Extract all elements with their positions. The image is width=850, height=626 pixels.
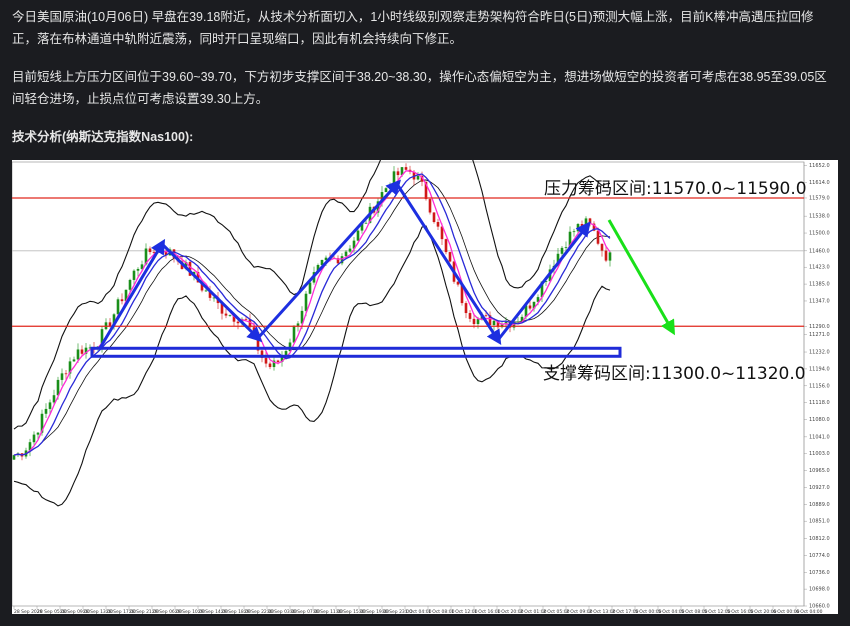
candle-body xyxy=(60,373,64,380)
candle-body xyxy=(468,313,472,319)
candle-body xyxy=(36,432,40,435)
candle-body xyxy=(64,373,68,375)
article-paragraph-1: 今日美国原油(10月06日) 早盘在39.18附近，从技术分析面切入，1小时线级… xyxy=(12,10,814,46)
candle-body xyxy=(464,303,468,314)
candle-body xyxy=(476,319,480,325)
candle-body xyxy=(472,318,476,325)
price-tick-label: 10889.0 xyxy=(809,502,830,508)
candle-body xyxy=(596,230,600,244)
candle-body xyxy=(128,279,132,290)
candle-body xyxy=(600,243,604,251)
candle-body xyxy=(608,252,612,261)
candle-body xyxy=(364,222,368,224)
candle-body xyxy=(48,402,52,409)
candle-body xyxy=(276,360,280,362)
candle-body xyxy=(560,247,564,254)
price-tick-label: 11347.0 xyxy=(809,298,830,304)
candle-body xyxy=(292,325,296,343)
price-tick-label: 11500.0 xyxy=(809,231,830,237)
price-tick-label: 11118.0 xyxy=(809,400,830,406)
candle-body xyxy=(264,357,268,364)
candle-body xyxy=(388,187,392,189)
candle-body xyxy=(44,408,48,414)
price-tick-label: 11290.0 xyxy=(809,324,830,330)
plot-area xyxy=(12,161,805,607)
candle-body xyxy=(56,379,60,396)
candle-body xyxy=(580,224,584,228)
candle-body xyxy=(296,323,300,326)
support-zone-label: 支撑筹码区间:11300.0~11320.0 xyxy=(543,364,806,384)
candle-body xyxy=(572,231,576,233)
price-chart: 11652.0 11614.0 11579.0 11538.0 11500.0 11460… xyxy=(12,160,838,614)
price-tick-label: 11271.0 xyxy=(809,332,830,338)
price-tick-label: 11460.0 xyxy=(809,248,830,254)
chart-svg: 11652.0 11614.0 11579.0 11538.0 11500.0 11460… xyxy=(12,160,830,614)
price-tick-label: 11003.0 xyxy=(809,451,830,457)
candle-body xyxy=(448,252,452,262)
candle-body xyxy=(396,171,400,176)
price-tick-label: 10774.0 xyxy=(809,553,830,559)
resistance-zone-label: 压力筹码区间:11570.0~11590.0 xyxy=(544,179,807,199)
candle-body xyxy=(432,212,436,223)
price-tick-label: 11194.0 xyxy=(809,366,830,372)
candle-body xyxy=(416,175,420,180)
candle-body xyxy=(116,299,120,315)
candle-body xyxy=(136,268,140,271)
candle-body xyxy=(576,224,580,232)
candle-body xyxy=(236,321,240,324)
candle-body xyxy=(304,293,308,311)
section-heading: 技术分析(纳斯达克指数Nas100): xyxy=(12,130,194,144)
candle-body xyxy=(356,230,360,241)
candle-body xyxy=(120,299,124,302)
price-tick-label: 11041.0 xyxy=(809,434,830,440)
candle-body xyxy=(148,248,152,253)
candle-body xyxy=(564,247,568,248)
candle-body xyxy=(244,318,248,320)
candle-body xyxy=(492,320,496,326)
price-tick-label: 10698.0 xyxy=(809,587,830,593)
candle-body xyxy=(268,363,272,368)
price-tick-label: 10965.0 xyxy=(809,468,830,474)
candle-body xyxy=(80,349,84,354)
candle-body xyxy=(436,222,440,227)
candle-body xyxy=(348,248,352,252)
price-tick-label: 11156.0 xyxy=(809,383,830,389)
price-tick-label: 10812.0 xyxy=(809,536,830,542)
price-tick-label: 10736.0 xyxy=(809,570,830,576)
candle-body xyxy=(132,270,136,280)
price-tick-label: 11423.0 xyxy=(809,265,830,271)
price-tick-label: 11232.0 xyxy=(809,350,830,356)
candle-body xyxy=(224,313,228,316)
candle-body xyxy=(32,434,36,443)
price-tick-label: 10927.0 xyxy=(809,485,830,491)
candle-body xyxy=(204,290,208,292)
candle-body xyxy=(76,349,80,360)
price-tick-label: 11652.0 xyxy=(809,163,830,169)
candle-body xyxy=(308,282,312,294)
candle-body xyxy=(404,167,408,170)
candle-body xyxy=(528,305,532,309)
price-tick-label: 11080.0 xyxy=(809,417,830,423)
price-tick-label: 11614.0 xyxy=(809,180,830,186)
article-paragraph-2: 目前短线上方压力区间位于39.60~39.70，下方初步支撑区间于38.20~3… xyxy=(12,70,827,106)
candle-body xyxy=(604,250,608,261)
candle-body xyxy=(52,395,56,403)
price-tick-label: 10660.0 xyxy=(809,604,830,610)
price-tick-label: 11579.0 xyxy=(809,195,830,201)
candle-body xyxy=(12,455,16,460)
candle-body xyxy=(228,315,232,316)
candle-body xyxy=(484,315,488,317)
candle-body xyxy=(384,188,388,193)
price-tick-label: 11538.0 xyxy=(809,214,830,220)
candle-body xyxy=(428,199,432,213)
candle-body xyxy=(444,239,448,253)
candle-body xyxy=(344,251,348,257)
price-tick-label: 10851.0 xyxy=(809,519,830,525)
time-tick-label: 6 Oct 04:00 xyxy=(796,609,823,614)
candle-body xyxy=(516,321,520,323)
candle-body xyxy=(72,359,76,362)
price-tick-label: 11385.0 xyxy=(809,282,830,288)
